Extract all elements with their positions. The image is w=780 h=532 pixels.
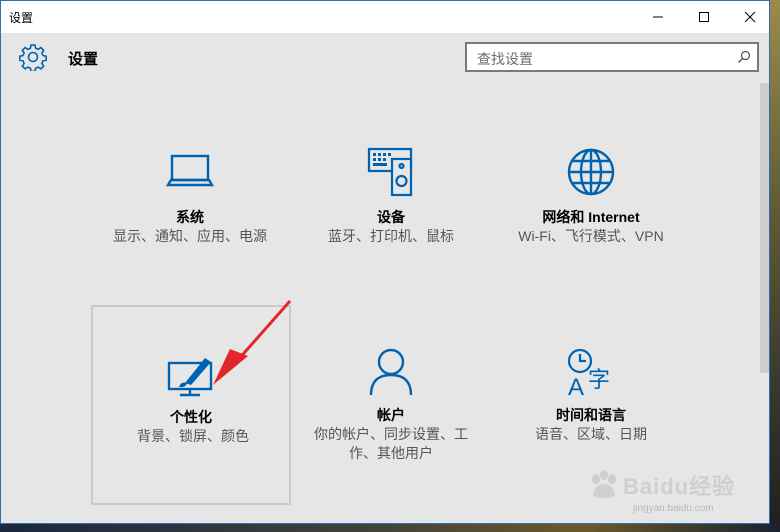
tile-title: 网络和 Internet	[542, 209, 640, 225]
maximize-button[interactable]	[681, 1, 727, 33]
tile-network-internet[interactable]: 网络和 Internet Wi-Fi、飞行模式、VPN	[491, 105, 691, 305]
tile-description: 蓝牙、打印机、鼠标	[328, 228, 454, 244]
desktop-background-right	[770, 0, 780, 532]
search-box[interactable]: 查找设置	[465, 42, 759, 72]
tile-system[interactable]: 系统 显示、通知、应用、电源	[90, 105, 290, 305]
baidu-watermark: Baidu经验 jingyan.baidu.com	[583, 467, 759, 525]
page-title: 设置	[68, 51, 99, 68]
minimize-icon	[653, 16, 663, 18]
desktop-background-bottom	[0, 524, 780, 532]
maximize-icon	[699, 12, 709, 22]
search-icon[interactable]	[737, 50, 751, 64]
personalization-icon	[93, 355, 289, 399]
scrollbar[interactable]	[760, 83, 769, 373]
title-bar: 设置	[1, 1, 769, 33]
tile-description: 背景、锁屏、颜色	[137, 428, 249, 444]
search-input[interactable]: 查找设置	[477, 49, 533, 69]
svg-text:A: A	[568, 374, 584, 399]
paw-icon	[592, 470, 616, 498]
settings-header: 设置 查找设置	[1, 33, 769, 83]
settings-window: 设置 设置 查找设置 系统 显示、通知、应用、电源 设备 蓝牙、打印机、鼠标 网…	[0, 0, 770, 524]
tile-title: 时间和语言	[556, 407, 626, 423]
svg-text:字: 字	[588, 368, 610, 393]
tile-title: 个性化	[170, 409, 212, 425]
tile-description: 显示、通知、应用、电源	[113, 228, 267, 244]
close-button[interactable]	[727, 1, 773, 33]
tile-devices[interactable]: 设备 蓝牙、打印机、鼠标	[291, 105, 491, 305]
person-icon	[291, 347, 491, 397]
tile-description: 语音、区域、日期	[535, 426, 647, 442]
tile-description: 你的帐户、同步设置、工作、其他用户	[314, 426, 468, 461]
globe-icon	[491, 147, 691, 197]
watermark-text: Baidu经验	[623, 474, 736, 499]
gear-icon	[19, 44, 47, 71]
minimize-button[interactable]	[635, 1, 681, 33]
tile-accounts[interactable]: 帐户 你的帐户、同步设置、工作、其他用户	[291, 305, 491, 505]
tile-personalization[interactable]: 个性化 背景、锁屏、颜色	[91, 305, 291, 505]
tile-title: 系统	[176, 209, 204, 225]
watermark-url: jingyan.baidu.com	[633, 503, 714, 514]
tile-description: Wi-Fi、飞行模式、VPN	[518, 228, 664, 244]
tile-title: 帐户	[377, 407, 405, 423]
window-title: 设置	[9, 11, 34, 25]
laptop-icon	[90, 151, 290, 191]
tile-title: 设备	[377, 209, 405, 225]
close-icon	[744, 11, 756, 23]
devices-icon	[291, 145, 491, 197]
time-language-icon: A 字	[491, 347, 691, 399]
